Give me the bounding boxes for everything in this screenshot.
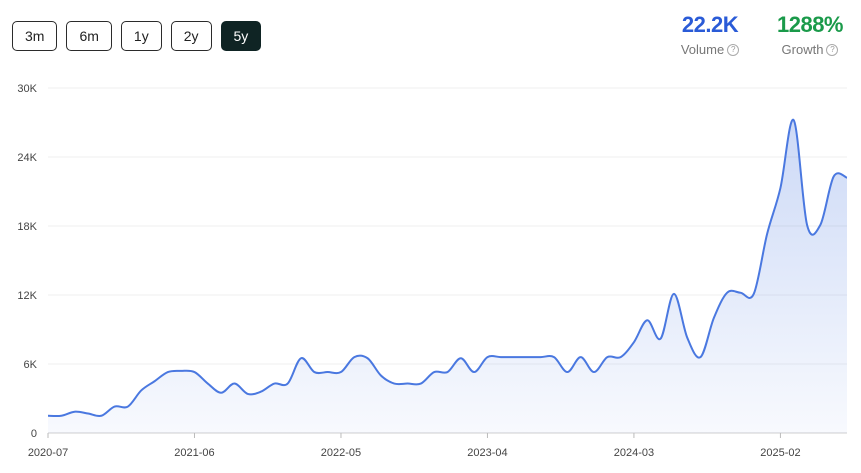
x-tick-label: 2022-05 [321, 447, 361, 459]
data-point[interactable] [258, 389, 264, 395]
data-point[interactable] [631, 339, 637, 345]
x-tick-label: 2024-03 [614, 447, 654, 459]
data-point[interactable] [458, 355, 464, 361]
data-point[interactable] [245, 391, 251, 397]
data-point[interactable] [524, 354, 530, 360]
data-point[interactable] [325, 369, 331, 375]
data-point[interactable] [285, 381, 291, 387]
data-point[interactable] [98, 413, 104, 419]
y-tick-label: 30K [17, 83, 37, 95]
data-point[interactable] [311, 369, 317, 375]
x-tick-label: 2025-02 [760, 447, 800, 459]
data-point[interactable] [804, 222, 810, 228]
data-point[interactable] [205, 381, 211, 387]
data-point[interactable] [58, 413, 64, 419]
series-area [48, 119, 847, 434]
data-point[interactable] [591, 369, 597, 375]
data-point[interactable] [391, 381, 397, 387]
data-point[interactable] [165, 369, 171, 375]
data-point[interactable] [445, 369, 451, 375]
data-point[interactable] [751, 291, 757, 297]
data-point[interactable] [85, 410, 91, 416]
data-point[interactable] [125, 404, 131, 410]
data-point[interactable] [844, 175, 850, 181]
data-point[interactable] [817, 222, 823, 228]
y-tick-label: 0 [31, 428, 37, 440]
data-point[interactable] [684, 335, 690, 341]
data-point[interactable] [698, 354, 704, 360]
data-point[interactable] [152, 378, 158, 384]
data-point[interactable] [724, 290, 730, 296]
data-point[interactable] [538, 354, 544, 360]
y-tick-label: 12K [17, 290, 37, 302]
data-point[interactable] [218, 390, 224, 396]
data-point[interactable] [551, 354, 557, 360]
data-point[interactable] [764, 231, 770, 237]
data-point[interactable] [138, 387, 144, 393]
data-point[interactable] [178, 368, 184, 374]
data-point[interactable] [271, 381, 277, 387]
data-point[interactable] [45, 413, 51, 419]
data-point[interactable] [471, 369, 477, 375]
data-point[interactable] [618, 354, 624, 360]
volume-area-chart: 0 6K 12K 18K 24K 30K 2020-07 2021-06 2022-05 202… [17, 83, 850, 459]
y-tick-label: 24K [17, 152, 37, 164]
x-tick-label: 2023-04 [467, 447, 507, 459]
data-point[interactable] [671, 291, 677, 297]
data-point[interactable] [711, 315, 717, 321]
data-point[interactable] [604, 354, 610, 360]
data-point[interactable] [365, 355, 371, 361]
data-point[interactable] [511, 354, 517, 360]
data-point[interactable] [405, 381, 411, 387]
data-point[interactable] [644, 317, 650, 323]
data-point[interactable] [498, 354, 504, 360]
data-point[interactable] [378, 373, 384, 379]
data-point[interactable] [112, 404, 118, 410]
data-point[interactable] [658, 336, 664, 342]
data-point[interactable] [231, 381, 237, 387]
data-point[interactable] [298, 355, 304, 361]
x-tick-label: 2020-07 [28, 447, 68, 459]
data-point[interactable] [351, 354, 357, 360]
y-tick-label: 18K [17, 221, 37, 233]
data-point[interactable] [791, 117, 797, 123]
data-point[interactable] [484, 354, 490, 360]
x-tick-label: 2021-06 [174, 447, 214, 459]
data-point[interactable] [418, 381, 424, 387]
data-point[interactable] [564, 369, 570, 375]
data-point[interactable] [831, 174, 837, 180]
data-point[interactable] [737, 290, 743, 296]
data-point[interactable] [777, 185, 783, 191]
data-point[interactable] [578, 354, 584, 360]
data-point[interactable] [431, 369, 437, 375]
data-point[interactable] [338, 369, 344, 375]
data-point[interactable] [191, 369, 197, 375]
data-point[interactable] [72, 409, 78, 415]
y-tick-label: 6K [24, 359, 38, 371]
